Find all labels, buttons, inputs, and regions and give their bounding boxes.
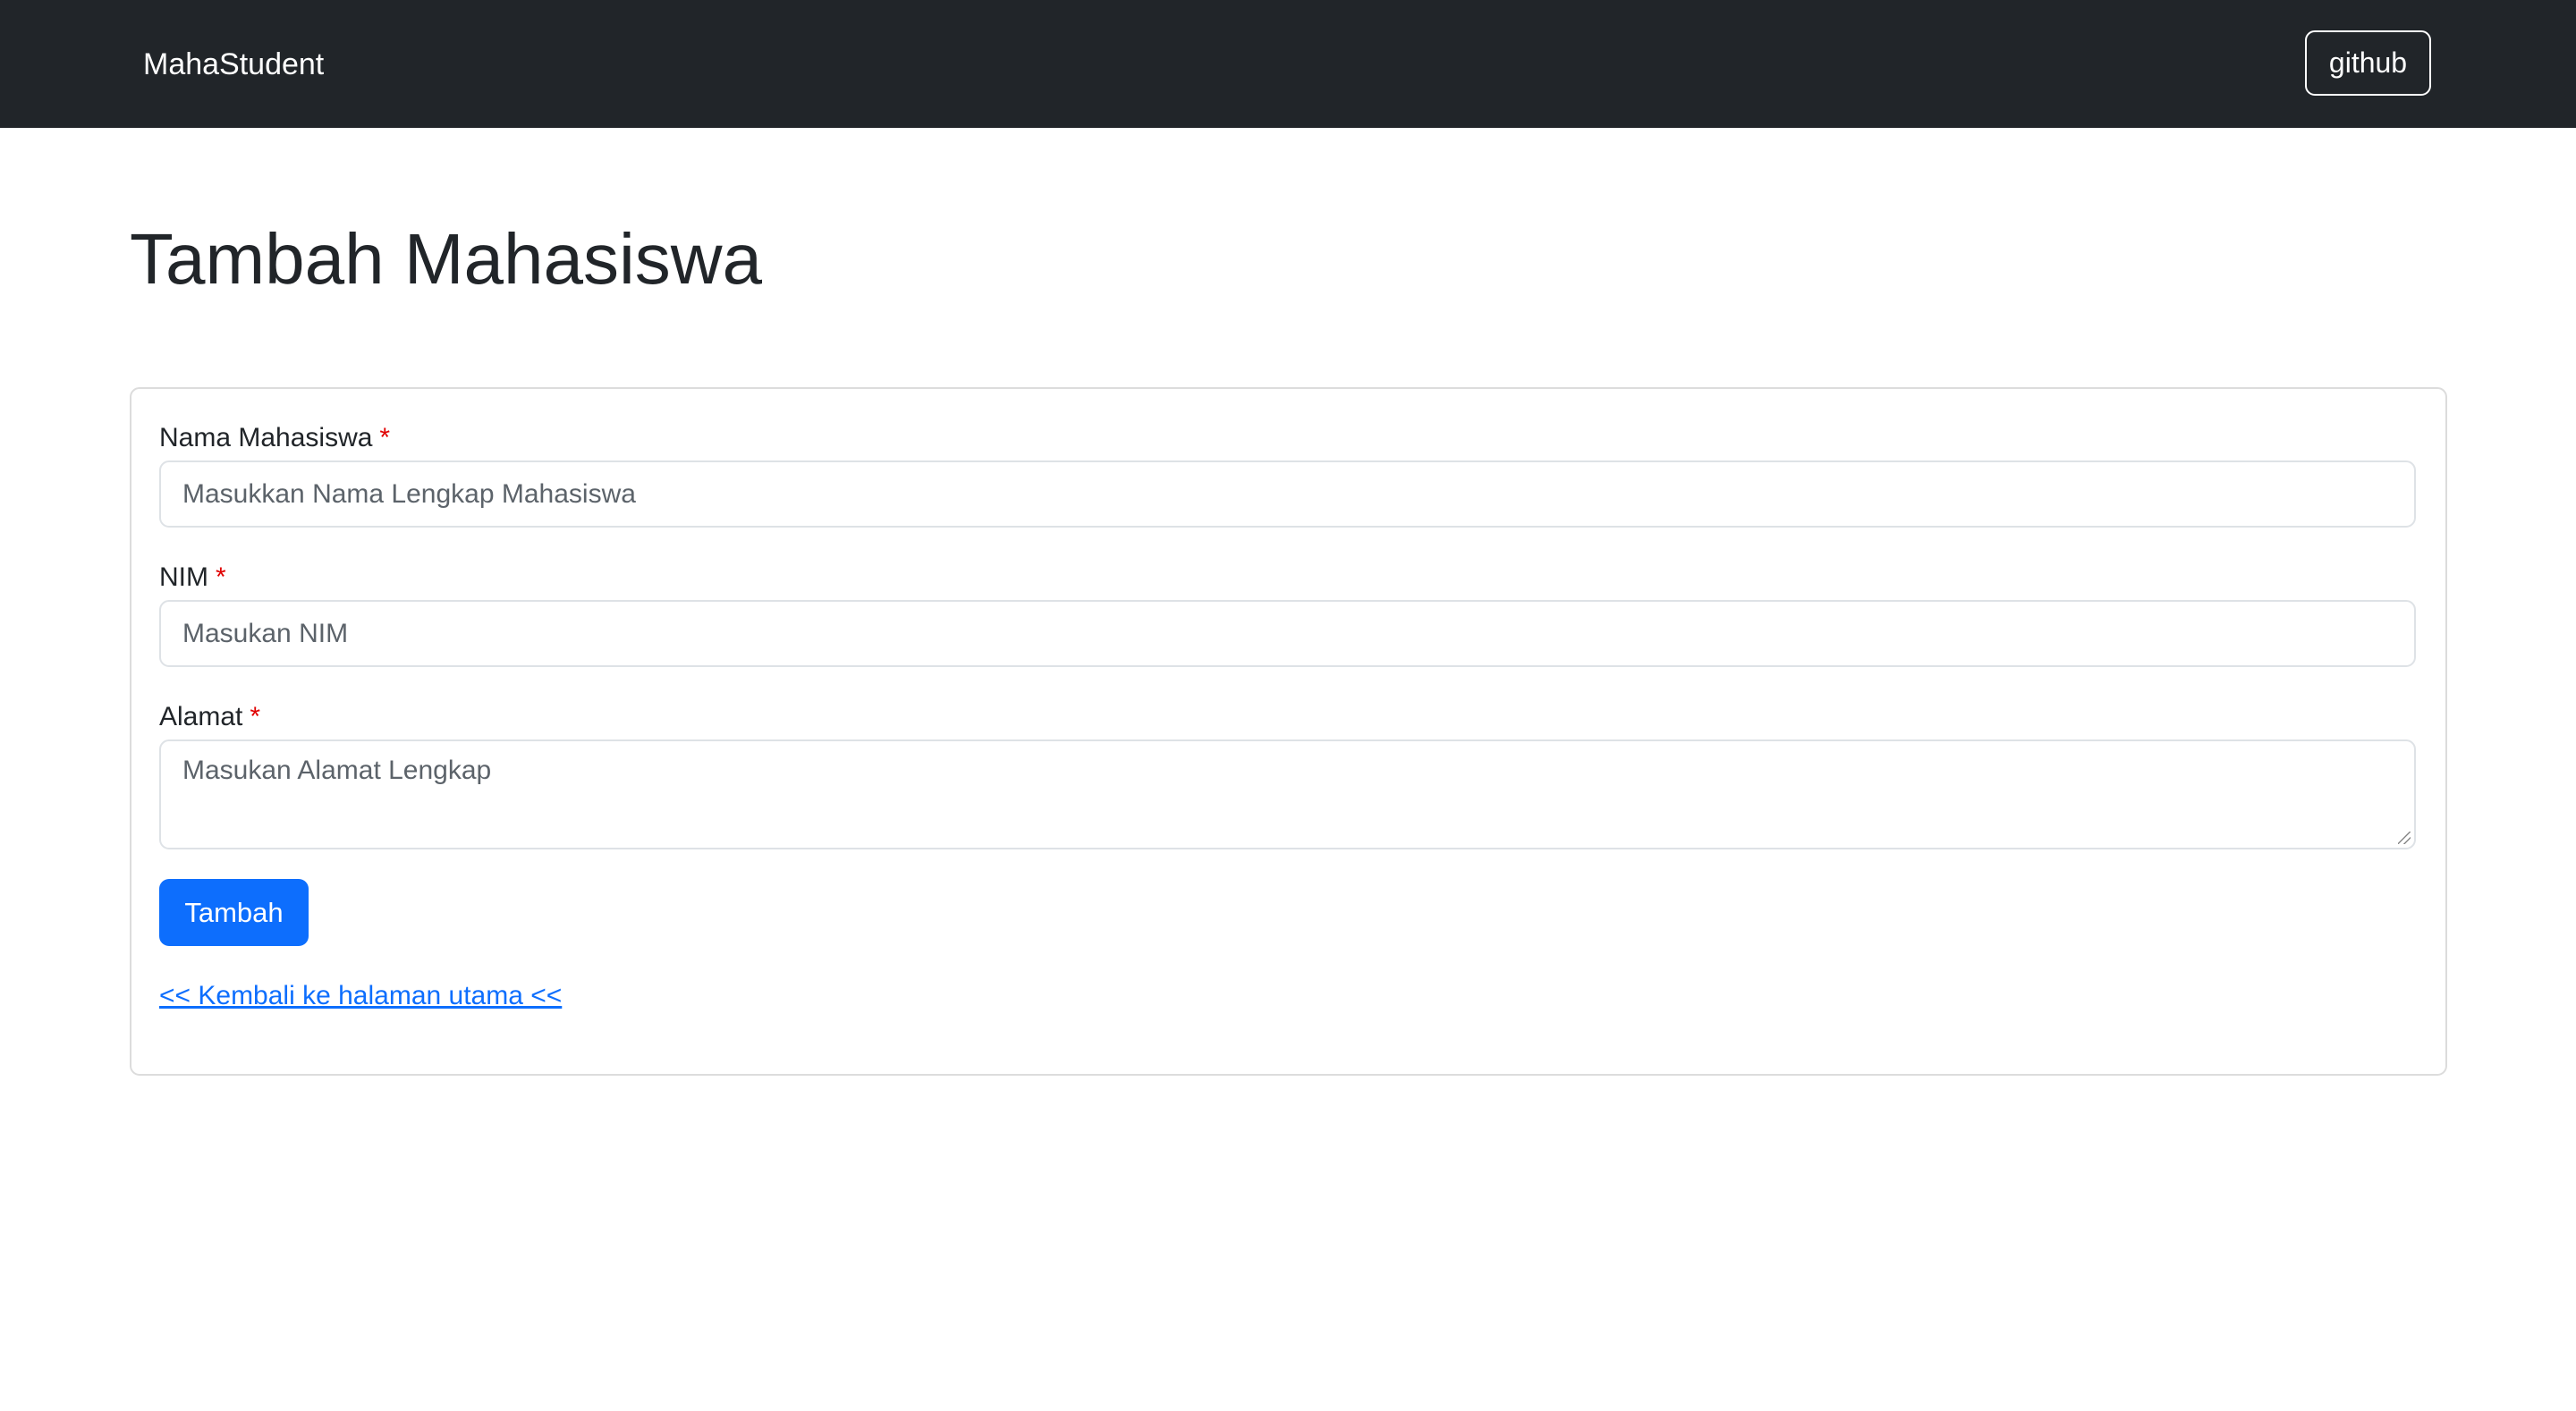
resize-handle-icon[interactable]	[2398, 832, 2411, 844]
nama-label-text: Nama Mahasiswa	[159, 423, 373, 452]
nim-placeholder: Masukan NIM	[182, 618, 349, 648]
github-button[interactable]: github	[2305, 30, 2431, 96]
page-title: Tambah Mahasiswa	[130, 219, 762, 299]
alamat-label-text: Alamat	[159, 702, 243, 731]
nama-placeholder: Masukkan Nama Lengkap Mahasiswa	[182, 478, 636, 509]
brand-link[interactable]: MahaStudent	[143, 45, 324, 84]
nim-label-text: NIM	[159, 562, 208, 592]
nama-input[interactable]: Masukkan Nama Lengkap Mahasiswa	[159, 460, 2416, 528]
tambah-button[interactable]: Tambah	[159, 879, 309, 946]
required-mark: *	[379, 423, 391, 452]
nim-input[interactable]: Masukan NIM	[159, 600, 2416, 667]
required-mark: *	[250, 702, 261, 731]
nim-label: NIM *	[159, 560, 226, 596]
navbar: MahaStudent github	[0, 0, 2576, 128]
nama-label: Nama Mahasiswa *	[159, 420, 390, 456]
required-mark: *	[216, 562, 226, 592]
back-link[interactable]: << Kembali ke halaman utama <<	[159, 978, 562, 1014]
alamat-label: Alamat *	[159, 699, 260, 735]
alamat-placeholder: Masukan Alamat Lengkap	[182, 756, 492, 785]
alamat-textarea[interactable]: Masukan Alamat Lengkap	[159, 739, 2416, 849]
